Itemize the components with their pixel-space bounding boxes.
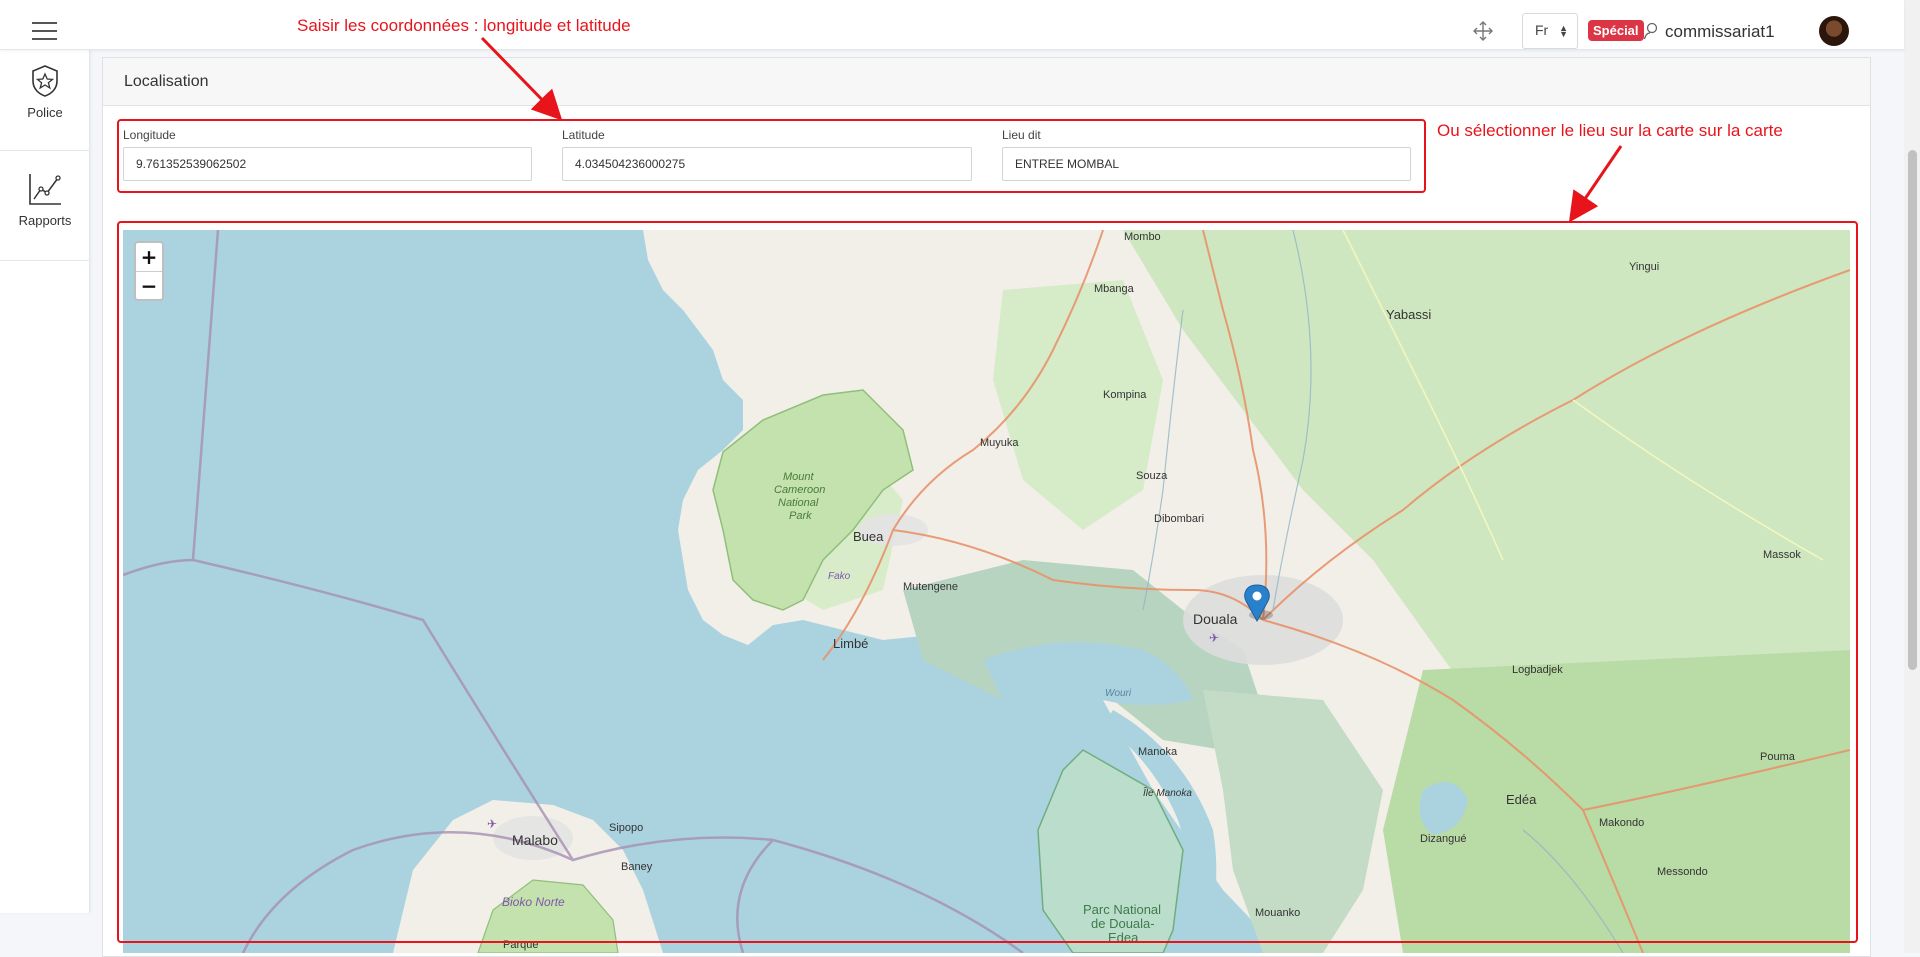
- place-label: Park: [789, 510, 812, 522]
- top-navbar: Fr ▲ ▼ Spécial commissariat1: [0, 0, 1904, 50]
- place-label: Muyuka: [980, 437, 1019, 449]
- place-label: Edea: [1108, 930, 1139, 945]
- place-label: Mombo: [1124, 231, 1161, 243]
- place-label: Fako: [828, 571, 851, 582]
- boundary-line: [736, 839, 774, 953]
- police-badge-icon: [32, 65, 58, 97]
- lieu-dit-input[interactable]: [1002, 147, 1411, 181]
- place-label: Mount: [783, 471, 815, 483]
- user-icon: [1643, 22, 1658, 40]
- sidebar-item-label: Rapports: [18, 213, 72, 228]
- scrollbar[interactable]: [1904, 0, 1920, 953]
- map-tiles: ✈ ✈ Mombo Yingui Mbanga Yabassi Kompina …: [123, 230, 1850, 953]
- place-label: Limbé: [833, 636, 868, 651]
- place-label: Dibombari: [1154, 513, 1204, 525]
- username[interactable]: commissariat1: [1665, 22, 1775, 42]
- sidebar-divider: [0, 260, 90, 261]
- language-select[interactable]: Fr ▲ ▼: [1522, 13, 1578, 49]
- sidebar-item-rapports[interactable]: Rapports: [0, 172, 90, 228]
- place-label: Messondo: [1657, 866, 1708, 878]
- hamburger-menu-icon[interactable]: [32, 22, 57, 40]
- sidebar-item-label: Police: [27, 105, 63, 120]
- place-label: Cameroon: [774, 484, 825, 496]
- longitude-label: Longitude: [123, 128, 176, 142]
- place-label: Buea: [853, 529, 884, 544]
- sidebar-item-police[interactable]: Police: [0, 64, 90, 120]
- zoom-in-button[interactable]: +: [136, 243, 162, 271]
- zoom-control: + −: [134, 241, 164, 301]
- place-label: Bioko Norte: [502, 895, 565, 909]
- place-label: Logbadjek: [1512, 664, 1563, 676]
- place-label: Yabassi: [1386, 307, 1431, 322]
- place-label: Mbanga: [1094, 283, 1135, 295]
- chart-line-icon: [29, 174, 61, 205]
- place-label: Kompina: [1103, 389, 1147, 401]
- language-value: Fr: [1535, 22, 1549, 38]
- place-label: Wouri: [1105, 688, 1132, 699]
- sidebar: Police Rapports: [0, 50, 90, 913]
- place-label: Baney: [621, 861, 653, 873]
- latitude-label: Latitude: [562, 128, 605, 142]
- lieu-dit-label: Lieu dit: [1002, 128, 1041, 142]
- place-label: Sipopo: [609, 822, 643, 834]
- place-label: de Douala-: [1091, 916, 1155, 931]
- place-label: Douala: [1193, 611, 1238, 627]
- select-caret-icon: ▲ ▼: [1559, 23, 1568, 39]
- place-label: Pouma: [1760, 751, 1796, 763]
- place-label: Île Manoka: [1143, 786, 1192, 799]
- move-arrows-icon[interactable]: [1472, 20, 1494, 42]
- special-badge: Spécial: [1588, 20, 1644, 41]
- place-label: Dizangué: [1420, 833, 1466, 845]
- place-label: Massok: [1763, 549, 1801, 561]
- place-label: National: [778, 497, 819, 509]
- avatar[interactable]: [1819, 16, 1849, 46]
- place-label: Souza: [1136, 470, 1168, 482]
- airport-icon: ✈: [1209, 631, 1219, 645]
- place-label: Makondo: [1599, 817, 1644, 829]
- annotation-right-text: Ou sélectionner le lieu sur la carte sur…: [1437, 121, 1783, 140]
- place-label: Manoka: [1138, 746, 1178, 758]
- place-label: Edéa: [1506, 792, 1537, 807]
- zoom-out-button[interactable]: −: [136, 271, 162, 299]
- map-view[interactable]: ✈ ✈ Mombo Yingui Mbanga Yabassi Kompina …: [123, 230, 1850, 953]
- place-label: Malabo: [512, 832, 558, 848]
- place-label: Parc National: [1083, 902, 1161, 917]
- place-label: Mutengene: [903, 581, 958, 593]
- card-title: Localisation: [103, 58, 1870, 106]
- annotation-top-text: Saisir les coordonnées : longitude et la…: [297, 16, 631, 35]
- longitude-input[interactable]: [123, 147, 532, 181]
- place-label: Parque: [503, 939, 538, 951]
- place-label: Mouanko: [1255, 907, 1300, 919]
- sidebar-divider: [0, 150, 90, 151]
- scrollbar-thumb[interactable]: [1908, 150, 1917, 670]
- place-label: Yingui: [1629, 261, 1659, 273]
- airport-icon: ✈: [487, 817, 497, 831]
- latitude-input[interactable]: [562, 147, 972, 181]
